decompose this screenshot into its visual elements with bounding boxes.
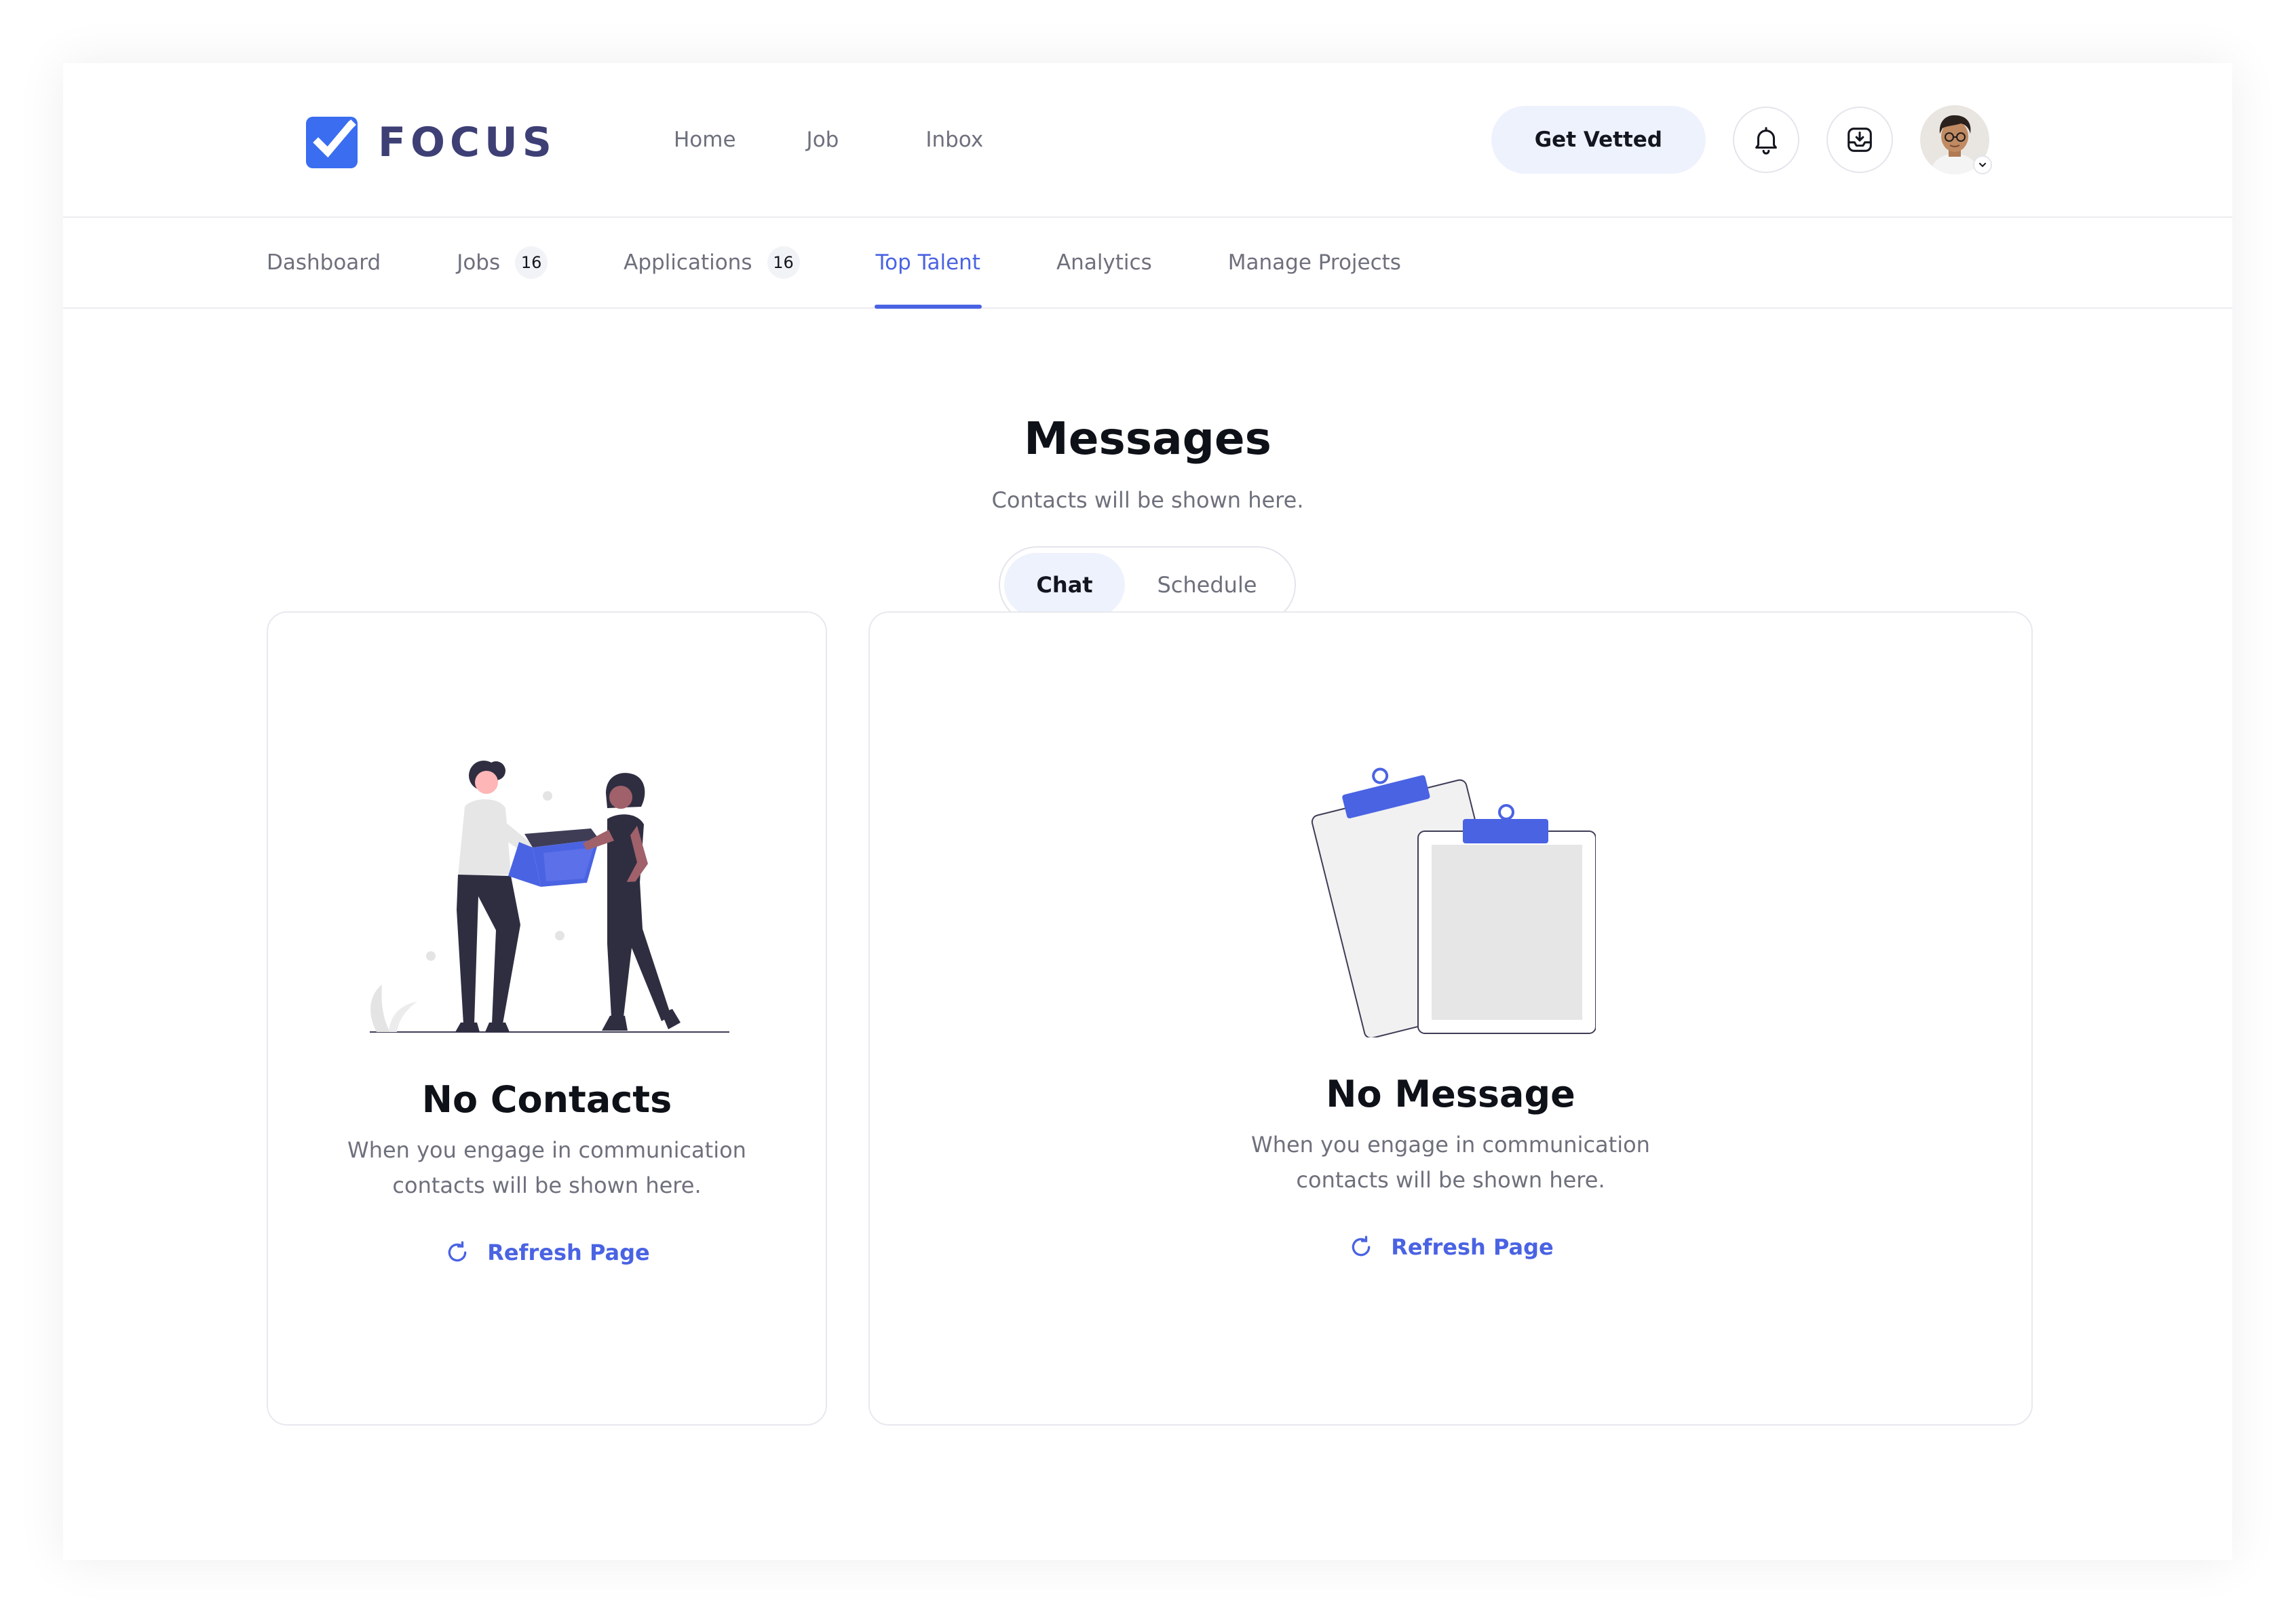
refresh-page-button[interactable]: Refresh Page (1343, 1233, 1558, 1261)
inbox-download-icon (1848, 128, 1872, 152)
empty-clipboards-illustration (1311, 767, 1596, 1037)
tab-label: Manage Projects (1227, 250, 1401, 275)
empty-messages-title: No Message (1326, 1073, 1575, 1115)
refresh-page-label: Refresh Page (1391, 1234, 1554, 1260)
empty-messages-description: When you engage in communication (1251, 1132, 1650, 1158)
page-title: Messages (1024, 413, 1271, 465)
nav-inbox-link[interactable]: Inbox (925, 128, 983, 152)
chevron-down-icon (1979, 163, 1986, 168)
tab-label: Analytics (1056, 250, 1152, 275)
brand-name: FOCUS (378, 119, 556, 166)
messages-panel: No Message When you engage in communicat… (868, 611, 2033, 1426)
people-handing-box-illustration (370, 761, 729, 1033)
tab-label: Dashboard (267, 250, 381, 275)
notifications-button[interactable] (1733, 107, 1799, 173)
tab-dashboard[interactable]: Dashboard (267, 218, 381, 307)
page-subtitle: Contacts will be shown here. (991, 487, 1304, 513)
user-avatar[interactable] (1920, 105, 1992, 174)
refresh-icon (1352, 1236, 1371, 1257)
tab-manage-projects[interactable]: Manage Projects (1228, 218, 1401, 307)
downloads-button[interactable] (1826, 107, 1893, 173)
nav-job-link[interactable]: Job (807, 128, 839, 152)
count-badge: 16 (515, 246, 548, 279)
tab-applications[interactable]: Applications 16 (624, 218, 800, 307)
header-actions: Get Vetted (1491, 105, 1992, 174)
empty-contacts-title: No Contacts (421, 1078, 672, 1121)
section-tabs: Dashboard Jobs 16 Applications 16 Top Ta… (63, 218, 2232, 309)
brand-logo[interactable]: FOCUS (306, 112, 556, 173)
empty-contacts-description: contacts will be shown here. (392, 1172, 702, 1198)
top-header: FOCUS Home Job Inbox Get Vetted (63, 63, 2232, 218)
schedule-toggle-button[interactable]: Schedule (1125, 553, 1289, 617)
nav-home-link[interactable]: Home (674, 128, 736, 152)
check-logo-icon (306, 117, 358, 168)
get-vetted-button[interactable]: Get Vetted (1491, 106, 1706, 174)
avatar-menu-toggle[interactable] (1973, 155, 1992, 174)
app-window: FOCUS Home Job Inbox Get Vetted Dashboar… (63, 63, 2232, 1560)
tab-top-talent[interactable]: Top Talent (874, 218, 982, 309)
chat-toggle-button[interactable]: Chat (1004, 553, 1125, 617)
tab-label: Top Talent (875, 250, 980, 275)
refresh-page-button[interactable]: Refresh Page (440, 1238, 654, 1267)
refresh-page-label: Refresh Page (487, 1240, 650, 1265)
refresh-icon (448, 1241, 467, 1262)
tab-jobs[interactable]: Jobs 16 (457, 218, 548, 307)
count-badge: 16 (767, 246, 800, 279)
tab-analytics[interactable]: Analytics (1056, 218, 1152, 307)
empty-messages-description: contacts will be shown here. (1296, 1167, 1605, 1193)
tab-label: Applications (624, 250, 752, 275)
top-nav: Home Job Inbox (674, 63, 1054, 216)
contacts-panel: No Contacts When you engage in communica… (267, 611, 827, 1426)
empty-contacts-description: When you engage in communication (347, 1137, 746, 1163)
bell-icon (1755, 127, 1777, 155)
tab-label: Jobs (457, 250, 501, 275)
